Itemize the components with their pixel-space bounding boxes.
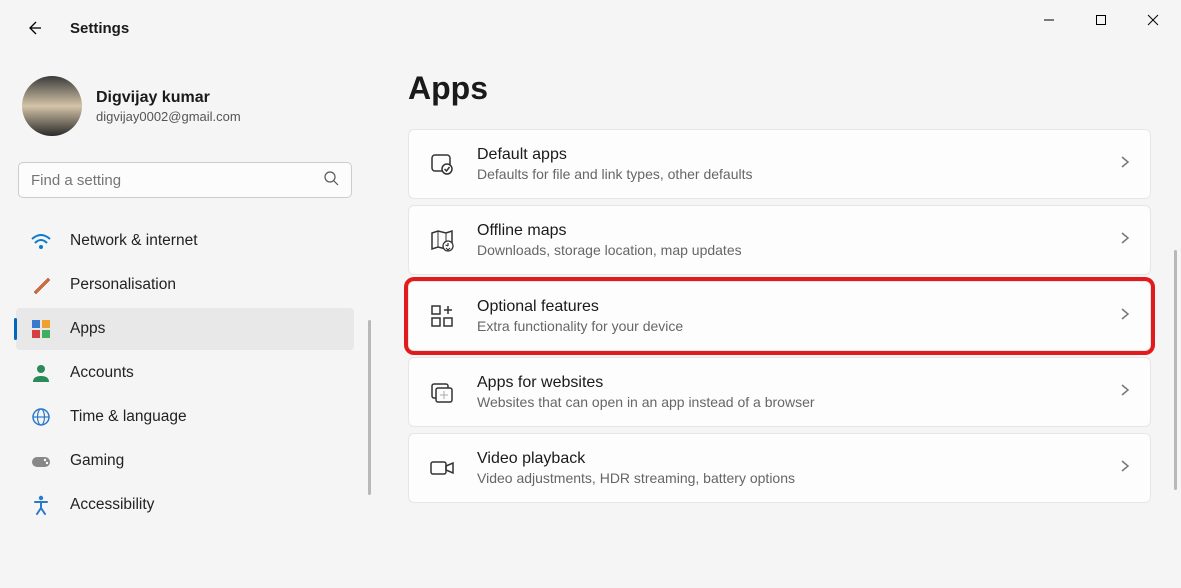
card-sub: Defaults for file and link types, other … (477, 166, 1098, 182)
default-apps-icon (429, 151, 455, 177)
search-icon (323, 170, 339, 191)
gamepad-icon (30, 450, 52, 472)
nav-label: Time & language (70, 408, 187, 426)
chevron-right-icon (1120, 383, 1130, 402)
card-title: Video playback (477, 450, 1098, 468)
nav-label: Apps (70, 320, 105, 338)
sidebar-item-accessibility[interactable]: Accessibility (16, 484, 354, 526)
accessibility-icon (30, 494, 52, 516)
profile-name: Digvijay kumar (96, 89, 241, 107)
search-box[interactable] (18, 162, 352, 198)
sidebar-item-accounts[interactable]: Accounts (16, 352, 354, 394)
card-apps-for-websites[interactable]: Apps for websites Websites that can open… (408, 357, 1151, 427)
profile-email: digvijay0002@gmail.com (96, 109, 241, 124)
card-sub: Websites that can open in an app instead… (477, 394, 1098, 410)
chevron-right-icon (1120, 231, 1130, 250)
sidebar-item-personalisation[interactable]: Personalisation (16, 264, 354, 306)
chevron-right-icon (1120, 155, 1130, 174)
header: Settings (24, 18, 129, 38)
nav-label: Gaming (70, 452, 124, 470)
content-scrollbar[interactable] (1174, 250, 1177, 490)
sidebar-item-time-language[interactable]: Time & language (16, 396, 354, 438)
profile[interactable]: Digvijay kumar digvijay0002@gmail.com (16, 70, 354, 162)
close-button[interactable] (1133, 4, 1173, 36)
card-video-playback[interactable]: Video playback Video adjustments, HDR st… (408, 433, 1151, 503)
nav-label: Accessibility (70, 496, 154, 514)
chevron-right-icon (1120, 459, 1130, 478)
wifi-icon (30, 230, 52, 252)
cards-list: Default apps Defaults for file and link … (408, 129, 1151, 503)
back-button[interactable] (24, 18, 44, 38)
globe-clock-icon (30, 406, 52, 428)
nav-list: Network & internet Personalisation Apps … (16, 220, 354, 526)
sidebar: Digvijay kumar digvijay0002@gmail.com Ne… (0, 70, 370, 526)
card-title: Optional features (477, 298, 1098, 316)
nav-label: Personalisation (70, 276, 176, 294)
window-titlebar (0, 0, 1181, 40)
nav-label: Accounts (70, 364, 134, 382)
apps-icon (30, 318, 52, 340)
sidebar-scrollbar[interactable] (368, 320, 371, 495)
content: Apps Default apps Defaults for file and … (408, 70, 1151, 588)
card-title: Apps for websites (477, 374, 1098, 392)
brush-icon (30, 274, 52, 296)
sidebar-item-gaming[interactable]: Gaming (16, 440, 354, 482)
map-icon (429, 227, 455, 253)
nav-label: Network & internet (70, 232, 198, 250)
card-offline-maps[interactable]: Offline maps Downloads, storage location… (408, 205, 1151, 275)
minimize-button[interactable] (1029, 4, 1069, 36)
card-optional-features[interactable]: Optional features Extra functionality fo… (408, 281, 1151, 351)
search-input[interactable] (31, 172, 323, 189)
maximize-button[interactable] (1081, 4, 1121, 36)
card-sub: Downloads, storage location, map updates (477, 242, 1098, 258)
card-title: Offline maps (477, 222, 1098, 240)
apps-websites-icon (429, 379, 455, 405)
avatar (22, 76, 82, 136)
chevron-right-icon (1120, 307, 1130, 326)
person-icon (30, 362, 52, 384)
app-title: Settings (70, 20, 129, 37)
card-default-apps[interactable]: Default apps Defaults for file and link … (408, 129, 1151, 199)
video-icon (429, 455, 455, 481)
optional-features-icon (429, 303, 455, 329)
sidebar-item-apps[interactable]: Apps (16, 308, 354, 350)
card-title: Default apps (477, 146, 1098, 164)
page-title: Apps (408, 70, 1151, 107)
card-sub: Video adjustments, HDR streaming, batter… (477, 470, 1098, 486)
card-sub: Extra functionality for your device (477, 318, 1098, 334)
sidebar-item-network[interactable]: Network & internet (16, 220, 354, 262)
